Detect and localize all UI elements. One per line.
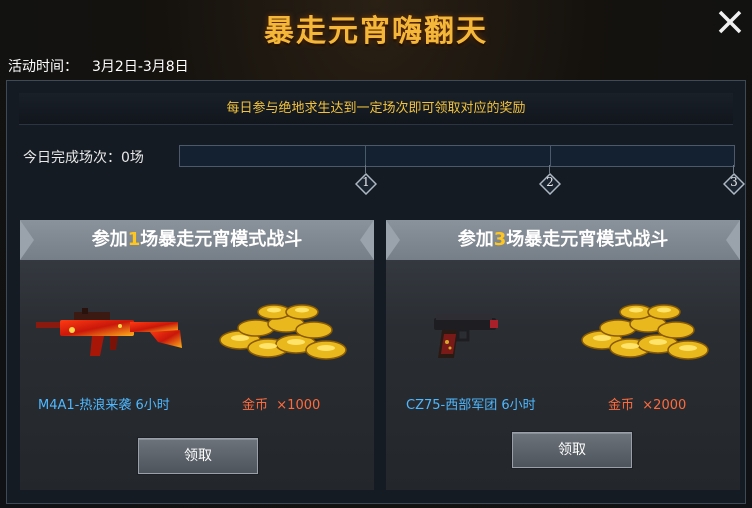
reward-item [406,290,566,370]
required-matches: 1 [127,229,141,250]
gold-coins-icon [581,304,709,360]
item-reward-label: CZ75-西部军团 6小时 [406,398,536,413]
milestone-tick [733,165,734,173]
reward-hint: 每日参与绝地求生达到一定场次即可领取对应的奖励 [19,93,733,125]
close-button[interactable] [712,4,748,40]
coin-reward-label: 金币 ×1000 [242,398,321,413]
claim-button[interactable]: 领取 [512,432,632,468]
milestone-1: 1 [355,165,377,195]
card-title: 参加1场暴走元宵模式战斗 [20,220,374,260]
coin-amount: ×2000 [642,398,687,413]
coin-reward-label: 金币 ×2000 [608,398,687,413]
rifle-icon [36,308,182,356]
milestone-2: 2 [539,165,561,195]
item-reward-label: M4A1-热浪来袭 6小时 [38,398,170,413]
milestone-number: 3 [730,175,738,189]
card-title: 参加3场暴走元宵模式战斗 [386,220,740,260]
period-value: 3月2日-3月8日 [92,59,189,75]
close-icon[interactable] [712,4,748,40]
milestone-tick [365,165,366,173]
gold-coins-icon [219,304,347,360]
reward-card-2: 参加3场暴走元宵模式战斗 CZ75-西部军团 6小时 金币 ×2000 领取 [386,220,740,490]
period-label: 活动时间： [8,59,78,75]
page-title: 暴走元宵嗨翻天 [264,14,488,49]
milestone-3: 3 [723,165,745,195]
milestone-number: 1 [362,175,370,189]
progress-divider [365,146,366,166]
event-panel: 暴走元宵嗨翻天 活动时间： 3月2日-3月8日 每日参与绝地求生达到一定场次即可领… [0,0,752,508]
required-matches: 3 [493,229,507,250]
content-area: 每日参与绝地求生达到一定场次即可领取对应的奖励 今日完成场次：0场 1 2 3 … [6,80,746,504]
reward-coins [210,290,370,370]
progress-label: 今日完成场次：0场 [23,150,144,166]
milestone-tick [549,165,550,173]
reward-card-1: 参加1场暴走元宵模式战斗 M4A1-热浪来袭 6小时 金币 ×1000 领取 [20,220,374,490]
reward-coins [572,290,732,370]
progress-divider [550,146,551,166]
pistol-icon [434,314,498,358]
progress-bar [179,145,735,167]
coin-amount: ×1000 [276,398,321,413]
milestone-number: 2 [546,175,554,189]
claim-button[interactable]: 领取 [138,438,258,474]
event-period: 活动时间： 3月2日-3月8日 [8,56,189,76]
reward-item [30,290,190,370]
